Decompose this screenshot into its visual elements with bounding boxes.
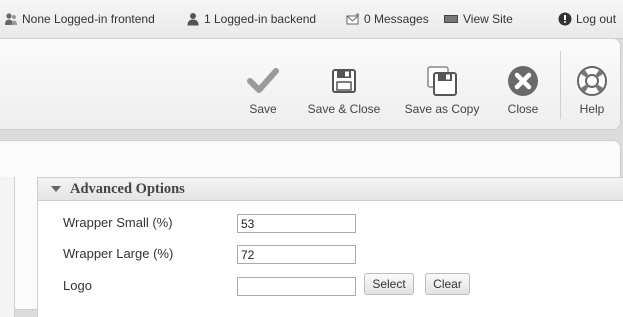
select-button[interactable]: Select bbox=[364, 273, 414, 295]
view-site-link[interactable]: View Site bbox=[443, 11, 513, 27]
floppy-icon bbox=[332, 69, 356, 93]
help-label: Help bbox=[579, 102, 605, 116]
lifebuoy-icon bbox=[577, 66, 607, 96]
backend-status-label: 1 Logged-in backend bbox=[204, 12, 317, 26]
user-icon bbox=[187, 13, 199, 26]
frontend-status-label: None Logged-in frontend bbox=[22, 12, 155, 26]
close-label: Close bbox=[507, 102, 539, 116]
save-close-button[interactable]: Save & Close bbox=[299, 39, 389, 129]
close-circle-icon bbox=[508, 66, 538, 96]
left-column bbox=[0, 177, 15, 317]
logo-label: Logo bbox=[63, 278, 92, 293]
content-panel: Advanced Options Wrapper Small (%) Wrapp… bbox=[0, 140, 623, 317]
status-bar: None Logged-in frontend 1 Logged-in back… bbox=[0, 0, 623, 39]
advanced-options-fieldset: Advanced Options Wrapper Small (%) Wrapp… bbox=[37, 177, 623, 317]
logout-link[interactable]: Log out bbox=[558, 11, 616, 27]
mail-icon bbox=[346, 13, 360, 25]
advanced-options-title: Advanced Options bbox=[70, 181, 185, 197]
wrapper-large-input[interactable] bbox=[237, 245, 356, 264]
messages-link[interactable]: 0 Messages bbox=[346, 11, 429, 27]
frontend-status: None Logged-in frontend bbox=[4, 11, 155, 27]
wrapper-large-label: Wrapper Large (%) bbox=[63, 246, 174, 261]
wrapper-small-label: Wrapper Small (%) bbox=[63, 215, 173, 230]
save-close-label: Save & Close bbox=[307, 102, 381, 116]
save-label: Save bbox=[249, 102, 277, 116]
users-icon bbox=[5, 13, 17, 25]
toolbar-divider bbox=[560, 51, 561, 119]
backend-status: 1 Logged-in backend bbox=[186, 11, 316, 27]
save-copy-label: Save as Copy bbox=[404, 102, 480, 116]
screen-icon bbox=[444, 15, 458, 23]
logo-input[interactable] bbox=[237, 277, 356, 296]
close-button[interactable]: Close bbox=[500, 39, 546, 129]
advanced-options-header[interactable]: Advanced Options bbox=[38, 177, 623, 201]
wrapper-small-input[interactable] bbox=[237, 214, 356, 233]
checkmark-icon bbox=[247, 68, 279, 93]
messages-label: 0 Messages bbox=[364, 12, 429, 26]
view-site-label: View Site bbox=[463, 12, 513, 26]
help-button[interactable]: Help bbox=[570, 39, 614, 129]
save-button[interactable]: Save bbox=[243, 39, 283, 129]
toolbar: Save Save & Close Save as Copy Close Hel… bbox=[0, 38, 621, 130]
logout-label: Log out bbox=[576, 12, 617, 26]
save-copy-button[interactable]: Save as Copy bbox=[396, 39, 488, 129]
power-icon bbox=[558, 12, 572, 26]
floppy-copy-icon bbox=[427, 66, 457, 96]
collapse-arrow-icon bbox=[51, 186, 61, 192]
clear-button[interactable]: Clear bbox=[425, 273, 470, 295]
